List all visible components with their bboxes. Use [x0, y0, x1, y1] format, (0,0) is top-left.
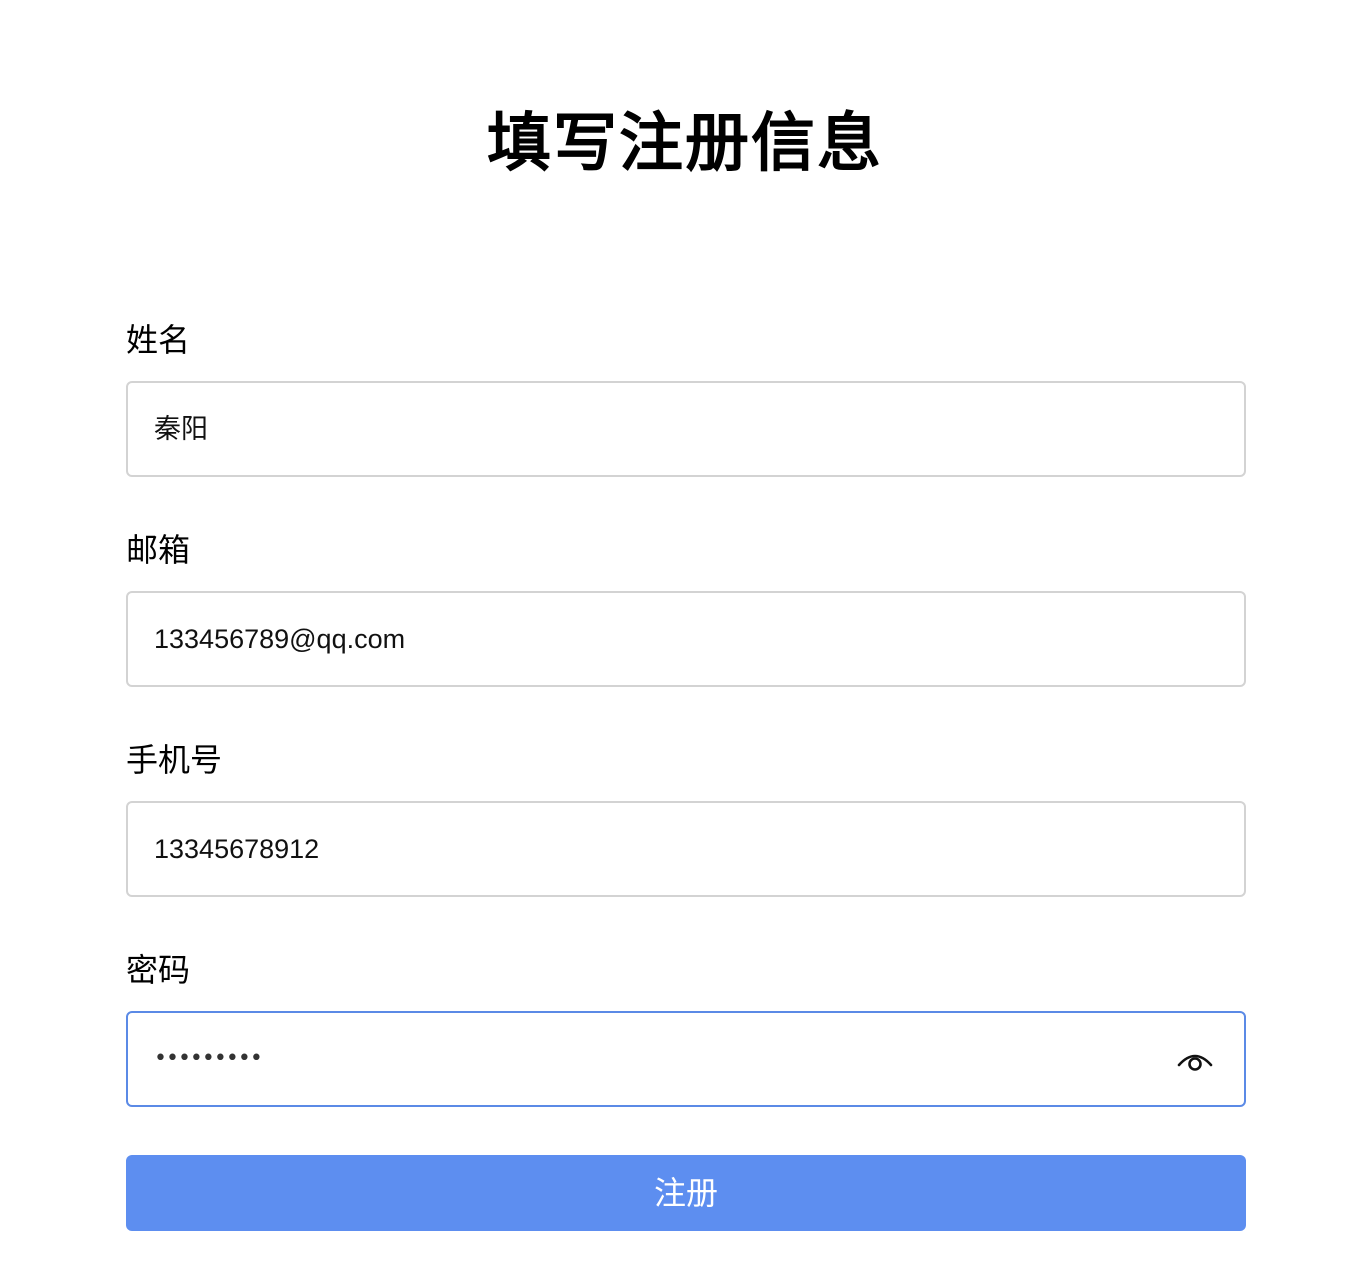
- email-input-value: 133456789@qq.com: [154, 624, 406, 654]
- email-label: 邮箱: [126, 531, 191, 569]
- phone-input[interactable]: 13345678912: [126, 801, 1246, 897]
- page-title: 填写注册信息: [487, 107, 883, 181]
- password-input[interactable]: •••••••••: [126, 1011, 1246, 1107]
- phone-label: 手机号: [126, 741, 223, 779]
- registration-page: 填写注册信息 姓名 秦阳 邮箱 133456789@qq.com 手机号 133…: [0, 0, 1360, 1282]
- email-input[interactable]: 133456789@qq.com: [126, 591, 1246, 687]
- password-label: 密码: [126, 951, 191, 989]
- password-input-value: •••••••••: [154, 1046, 263, 1071]
- eye-icon[interactable]: [1176, 1045, 1214, 1075]
- name-input-value: 秦阳: [154, 414, 208, 444]
- register-button[interactable]: 注册: [126, 1155, 1246, 1231]
- phone-input-value: 13345678912: [154, 834, 320, 864]
- name-label: 姓名: [126, 321, 191, 359]
- name-input[interactable]: 秦阳: [126, 381, 1246, 477]
